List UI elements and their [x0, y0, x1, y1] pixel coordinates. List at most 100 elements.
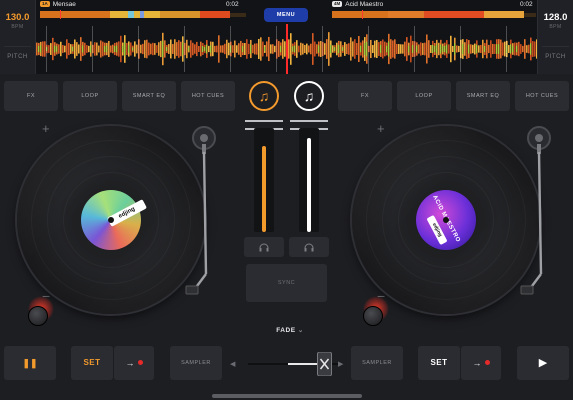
waveform-bar	[338, 44, 340, 54]
waveform-bar	[174, 39, 176, 59]
deck-a-tonearm	[185, 126, 216, 295]
waveform-bar	[394, 39, 396, 59]
waveform-bar	[294, 45, 296, 53]
beat-marker	[276, 26, 277, 72]
channel-a-volume-fader[interactable]	[254, 128, 274, 232]
main-waveform[interactable]	[36, 24, 537, 74]
deck-a-knob[interactable]	[28, 306, 48, 326]
pause-icon: ❚❚	[22, 358, 38, 368]
deck-b-turntable[interactable]: ACID MAESTRO edjing	[352, 126, 540, 314]
waveform-bar	[536, 39, 537, 59]
music-note-icon: ♫	[303, 88, 315, 104]
waveform-bar	[150, 43, 152, 55]
deck-b-hot-cues-button[interactable]: HOT CUES	[515, 81, 569, 111]
waveform-bar	[390, 39, 392, 59]
deck-a-turntable[interactable]: edjing	[17, 126, 205, 314]
deck-a-bpm: 130.0	[5, 12, 30, 23]
deck-a-set-button[interactable]: SET	[71, 346, 113, 380]
deck-a-smart-eq-button[interactable]: SMART EQ	[122, 81, 176, 111]
deck-b-record-button[interactable]: →	[461, 346, 501, 380]
waveform-bar	[430, 45, 432, 53]
waveform-bar	[288, 39, 290, 59]
deck-b-set-button[interactable]: SET	[418, 346, 460, 380]
waveform-bar	[222, 45, 224, 53]
waveform-bar	[280, 45, 282, 53]
deck-b-fx-button[interactable]: FX	[338, 81, 392, 111]
waveform-bar	[234, 40, 236, 58]
waveform-bar	[116, 45, 118, 53]
waveform-bar	[530, 43, 532, 55]
deck-a-hot-cues-button[interactable]: HOT CUES	[181, 81, 235, 111]
deck-a-pitch-button[interactable]: PITCH	[0, 54, 35, 60]
waveform-bar	[204, 46, 206, 52]
channel-b-volume-fader[interactable]	[299, 128, 319, 232]
waveform-bar	[492, 43, 494, 55]
deck-a-bpm-panel[interactable]: 130.0 BPM PITCH	[0, 0, 36, 74]
waveform-bar	[100, 40, 102, 58]
sync-button[interactable]: SYNC	[246, 264, 327, 302]
beat-marker	[368, 26, 369, 72]
waveform-bar	[456, 45, 458, 53]
waveform-bar	[502, 42, 504, 56]
beat-marker	[460, 26, 461, 72]
deck-a-record-button[interactable]: →	[114, 346, 154, 380]
fade-selector[interactable]: FADE ⌄	[270, 326, 310, 334]
waveform-bar	[452, 45, 454, 53]
deck-b-headphone-cue-button[interactable]	[289, 237, 329, 257]
deck-a-headphone-cue-button[interactable]	[244, 237, 284, 257]
waveform-bar	[382, 39, 384, 59]
waveform-bar	[316, 44, 318, 54]
deck-b-cue-button[interactable]: ♫	[294, 81, 324, 111]
waveform-bar	[404, 41, 406, 57]
deck-a-sampler-button[interactable]: SAMPLER	[170, 346, 222, 380]
deck-a-pitch-plus-icon[interactable]: +	[42, 121, 50, 136]
deck-a-loop-button[interactable]: LOOP	[63, 81, 117, 111]
crossfader-right-arrow-icon[interactable]: ▶	[338, 360, 343, 368]
waveform-bar	[284, 41, 286, 57]
waveform-bar	[464, 42, 466, 56]
waveform-bar	[500, 39, 502, 59]
waveform-bar	[472, 44, 474, 54]
waveform-bar	[104, 45, 106, 53]
deck-b-loop-button[interactable]: LOOP	[397, 81, 451, 111]
waveform-bar	[496, 44, 498, 54]
waveform-bar	[470, 44, 472, 54]
crossfader[interactable]	[240, 352, 346, 376]
waveform-bar	[528, 44, 530, 54]
waveform-bar	[478, 45, 480, 53]
spindle	[108, 217, 114, 223]
waveform-bar	[334, 47, 336, 51]
deck-b-knob[interactable]	[363, 306, 383, 326]
deck-b-smart-eq-button[interactable]: SMART EQ	[456, 81, 510, 111]
waveform-bar	[372, 45, 374, 53]
deck-b-pitch-button[interactable]: PITCH	[538, 54, 573, 60]
fade-label: FADE	[276, 327, 296, 334]
waveform-bar	[208, 45, 210, 53]
waveform-bar	[448, 44, 450, 54]
deck-b-bpm: 128.0	[543, 12, 568, 23]
waveform-bar	[178, 40, 180, 58]
waveform-bar	[376, 40, 378, 58]
waveform-bar	[260, 37, 262, 61]
deck-a-fx-button[interactable]: FX	[4, 81, 58, 111]
deck-b-play-button[interactable]: ▶	[517, 346, 569, 380]
deck-b-overview-waveform[interactable]	[332, 10, 536, 19]
deck-b-pitch-plus-icon[interactable]: +	[377, 121, 385, 136]
waveform-bar	[328, 32, 330, 66]
menu-button[interactable]: MENU	[264, 8, 308, 22]
music-note-icon: ♫	[258, 88, 270, 104]
deck-a-time: 0:02	[226, 1, 239, 8]
deck-a-pause-button[interactable]: ❚❚	[4, 346, 56, 380]
deck-a-cue-button[interactable]: ♫	[249, 81, 279, 111]
deck-b-sampler-button[interactable]: SAMPLER	[351, 346, 403, 380]
waveform-bar	[384, 41, 386, 57]
waveform-bar	[240, 40, 242, 58]
crossfader-knob[interactable]	[317, 352, 332, 376]
waveform-bar	[140, 44, 142, 54]
deck-b-bpm-panel[interactable]: 128.0 BPM PITCH	[537, 0, 573, 74]
deck-a-overview-waveform[interactable]	[40, 10, 246, 19]
waveform-bar	[488, 44, 490, 54]
waveform-bar	[192, 42, 194, 56]
crossfader-left-arrow-icon[interactable]: ◀	[230, 360, 235, 368]
waveform-bar	[480, 44, 482, 54]
